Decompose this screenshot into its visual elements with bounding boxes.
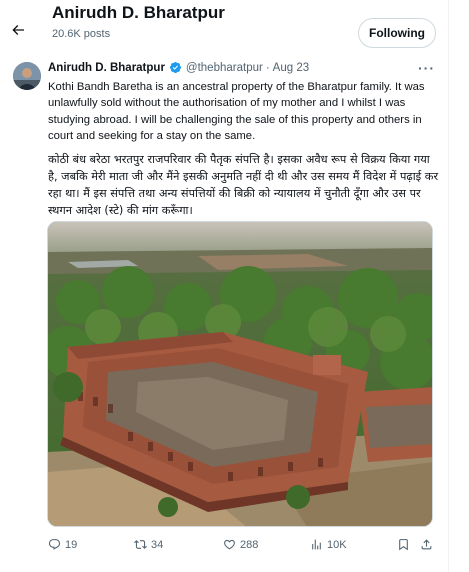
tweet-actions: 19 34 288 10K [48,538,440,556]
views-button[interactable]: 10K [310,538,347,551]
share-icon [421,539,432,550]
views-count: 10K [327,538,347,551]
tweet-handle[interactable]: @thebharatpur [186,62,263,74]
share-button[interactable] [420,538,433,551]
reply-count: 19 [65,538,78,551]
back-button[interactable] [8,20,28,40]
tweet-text-english: Kothi Bandh Baretha is an ancestral prop… [48,81,425,142]
repost-icon [134,540,147,549]
avatar-image [13,62,41,90]
more-options-icon[interactable]: ··· [418,60,435,76]
reply-icon [48,539,61,550]
separator-dot: · [265,61,270,74]
tweet-author[interactable]: Anirudh D. Bharatpur [48,62,165,74]
following-button[interactable]: Following [358,18,436,48]
like-count: 288 [240,538,259,551]
tweet-date[interactable]: Aug 23 [273,62,309,74]
tweet-text-hindi: कोठी बंध बरेठा भरतपुर राजपरिवार की पैतृक… [48,153,439,217]
bookmark-button[interactable] [397,538,410,551]
repost-count: 34 [151,538,164,551]
analytics-icon [312,539,321,550]
profile-title-block: Anirudh D. Bharatpur 20.6K posts [52,2,225,41]
avatar[interactable] [13,62,41,90]
aerial-palace-image [48,222,432,526]
profile-name: Anirudh D. Bharatpur [52,3,225,22]
verified-badge-icon [169,61,182,74]
repost-button[interactable]: 34 [134,538,163,551]
tweet-photo[interactable] [47,221,433,527]
profile-header: Anirudh D. Bharatpur 20.6K posts Followi… [0,0,469,52]
post-count: 20.6K posts [52,28,111,40]
reply-button[interactable]: 19 [48,538,77,551]
column-divider [448,0,449,572]
tweet-header: Anirudh D. Bharatpur @thebharatpur · Aug… [48,61,309,74]
arrow-left-icon [12,25,24,35]
bookmark-icon [399,539,408,551]
like-button[interactable]: 288 [223,538,258,551]
heart-icon [224,539,235,550]
